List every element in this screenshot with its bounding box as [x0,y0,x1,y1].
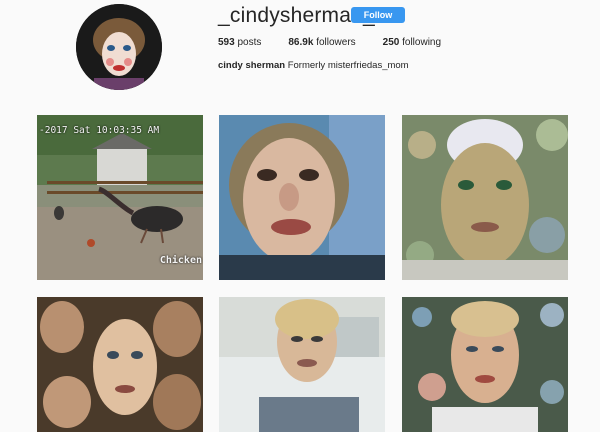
sparkle-face-photo [402,297,568,432]
post-thumbnail-green-face[interactable] [402,115,568,280]
post-thumbnail-face-collage[interactable] [37,297,203,432]
post-timestamp-overlay: -2017 Sat 10:03:35 AM [39,125,160,136]
post-thumbnail-turkey[interactable]: -2017 Sat 10:03:35 AM Chicken [37,115,203,280]
posts-stat: 593 posts [218,37,261,48]
face-collage-photo [37,297,203,432]
following-label: following [402,37,442,48]
followers-label: followers [316,37,356,48]
bio-name: cindy sherman [218,60,286,71]
bio-text: Formerly misterfriedas_mom [287,60,409,71]
post-watermark-overlay: Chicken [159,255,202,266]
face-caricature-photo [219,115,385,280]
post-thumbnail-sparkle-face[interactable] [402,297,568,432]
hospital-photo [219,297,385,432]
post-thumbnail-hospital[interactable] [219,297,385,432]
profile-avatar[interactable] [76,4,162,90]
profile-bio: cindy sherman Formerly misterfriedas_mom [218,60,409,71]
posts-label: posts [237,37,262,48]
posts-count: 593 [218,37,235,48]
followers-stat[interactable]: 86.9k followers [288,37,355,48]
post-thumbnail-face-caricature[interactable] [219,115,385,280]
profile-stats: 593 posts 86.9k followers 250 following [218,37,468,48]
green-face-photo [402,115,568,280]
follow-button[interactable]: Follow [351,7,405,23]
following-stat[interactable]: 250 following [383,37,441,48]
followers-count: 86.9k [288,37,314,48]
following-count: 250 [382,37,400,48]
